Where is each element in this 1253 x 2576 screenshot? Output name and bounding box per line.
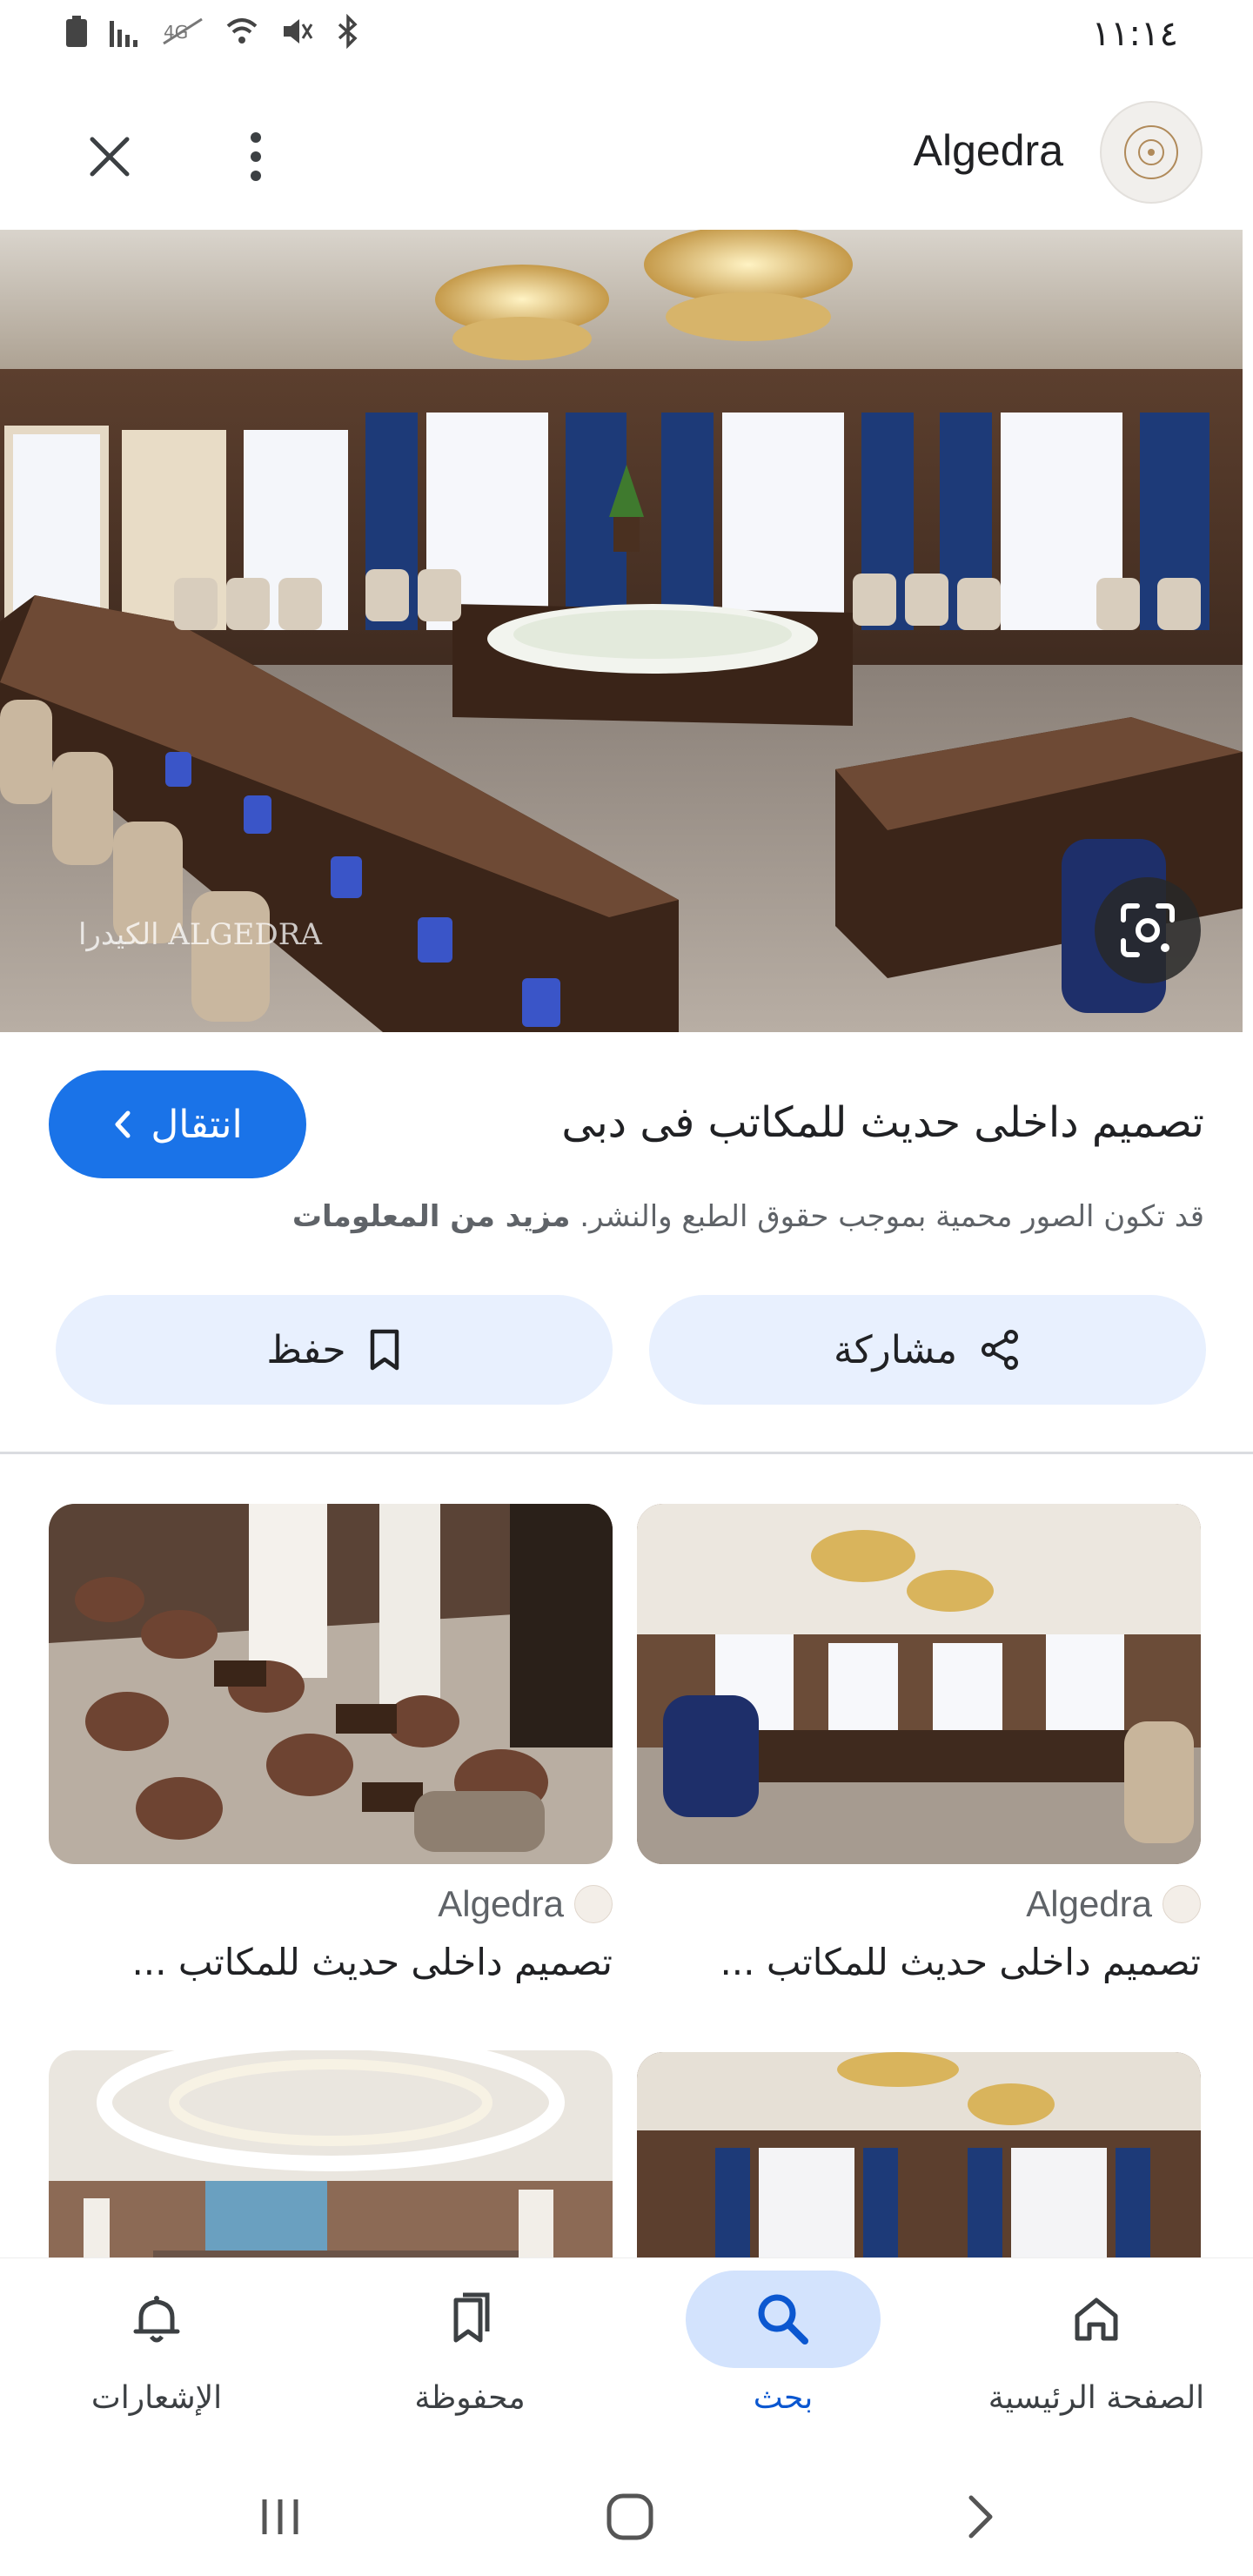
related-title[interactable]: تصميم داخلى حديث للمكاتب ... <box>637 1941 1201 1983</box>
share-label: مشاركة <box>834 1327 958 1372</box>
related-title[interactable]: تصميم داخلى حديث للمكاتب ... <box>49 1941 613 1983</box>
nav-label-saved: محفوظة <box>414 2380 526 2416</box>
hero-image[interactable]: الكيدرا ALGEDRA <box>0 230 1243 1032</box>
bookmark-icon <box>370 1329 399 1371</box>
related-thumbnail[interactable] <box>49 1504 613 1864</box>
algedra-logo-icon <box>1124 125 1178 179</box>
search-icon <box>758 2294 808 2345</box>
nav-label-home: الصفحة الرئيسية <box>988 2380 1205 2416</box>
related-photo <box>49 2050 613 2277</box>
nav-item-notifications[interactable]: الإشعارات <box>0 2271 313 2445</box>
battery-icon <box>66 16 87 47</box>
related-card[interactable]: Algedra تصميم داخلى حديث للمكاتب ... <box>49 1504 613 1983</box>
chevron-right-icon <box>968 2495 993 2539</box>
related-source[interactable]: Algedra <box>49 1883 613 1925</box>
status-time: ١١:١٤ <box>1091 14 1178 54</box>
nav-item-saved[interactable]: محفوظة <box>313 2271 626 2445</box>
lens-icon <box>1121 903 1175 957</box>
site-name[interactable]: Algedra <box>914 125 1063 176</box>
hero-photo <box>0 230 1243 1032</box>
related-thumbnail[interactable] <box>637 2052 1201 2278</box>
share-button[interactable]: مشاركة <box>649 1295 1206 1405</box>
back-button[interactable] <box>928 2473 1032 2560</box>
home-system-button[interactable] <box>578 2473 682 2560</box>
wifi-icon <box>226 18 258 44</box>
close-button[interactable] <box>66 113 153 200</box>
chevron-left-icon <box>115 1110 131 1138</box>
visit-button[interactable]: انتقال <box>49 1070 306 1178</box>
nav-icon-container <box>686 2271 881 2368</box>
copyright-text: قد تكون الصور محمية بموجب حقوق الطبع وال… <box>580 1199 1204 1234</box>
bluetooth-icon <box>338 14 358 49</box>
nav-icon-container <box>372 2271 567 2368</box>
recents-icon <box>262 2499 298 2534</box>
system-navigation-bar <box>0 2454 1253 2576</box>
more-vert-icon <box>251 132 261 181</box>
save-button[interactable]: حفظ <box>56 1295 613 1405</box>
lens-search-button[interactable] <box>1095 877 1201 983</box>
nav-label-notifications: الإشعارات <box>90 2380 223 2416</box>
svg-text:4G: 4G <box>164 22 188 43</box>
related-photo <box>637 1504 1201 1864</box>
nav-item-home[interactable]: الصفحة الرئيسية <box>940 2271 1253 2445</box>
related-source-name: Algedra <box>1026 1883 1152 1924</box>
nav-label-search: بحث <box>753 2380 814 2416</box>
related-card[interactable]: Algedra تصميم داخلى حديث للمكاتب ... <box>637 1504 1201 1983</box>
signal-icon <box>110 21 137 47</box>
top-app-bar: Algedra <box>0 87 1253 219</box>
home-circle-icon <box>606 2493 653 2540</box>
home-icon <box>1075 2298 1118 2341</box>
nav-item-search[interactable]: بحث <box>626 2271 940 2445</box>
status-icons: 4G <box>64 14 364 49</box>
status-bar: 4G ١١:١٤ <box>0 0 1253 73</box>
nav-icon-container <box>59 2271 254 2368</box>
related-photo <box>49 1504 613 1864</box>
share-icon <box>982 1330 1019 1370</box>
related-source-name: Algedra <box>438 1883 564 1924</box>
site-logo[interactable] <box>1100 101 1203 204</box>
data-off-icon: 4G <box>163 17 203 45</box>
related-thumbnail[interactable] <box>49 2050 613 2277</box>
result-title: تصميم داخلى حديث للمكاتب فى دبى <box>561 1098 1204 1147</box>
bookmarks-icon <box>453 2292 490 2343</box>
section-divider <box>0 1452 1253 1454</box>
save-label: حفظ <box>266 1327 346 1372</box>
more-options-button[interactable] <box>212 113 299 200</box>
related-thumbnail[interactable] <box>637 1504 1201 1864</box>
close-icon <box>90 137 130 177</box>
mute-icon <box>284 19 313 44</box>
visit-label: انتقال <box>151 1102 243 1147</box>
hero-watermark: الكيدرا ALGEDRA <box>78 917 322 952</box>
related-source[interactable]: Algedra <box>637 1883 1201 1925</box>
bell-icon <box>133 2296 180 2343</box>
recents-button[interactable] <box>228 2473 332 2560</box>
bottom-navigation: الصفحة الرئيسية بحث محفوظة الإشعارات <box>0 2257 1253 2454</box>
more-info-link[interactable]: مزيد من المعلومات <box>292 1199 571 1234</box>
related-photo <box>637 2052 1201 2278</box>
algedra-logo-icon <box>574 1885 613 1923</box>
nav-icon-container <box>999 2271 1194 2368</box>
copyright-notice: قد تكون الصور محمية بموجب حقوق الطبع وال… <box>73 1199 1204 1234</box>
algedra-logo-icon <box>1163 1885 1201 1923</box>
